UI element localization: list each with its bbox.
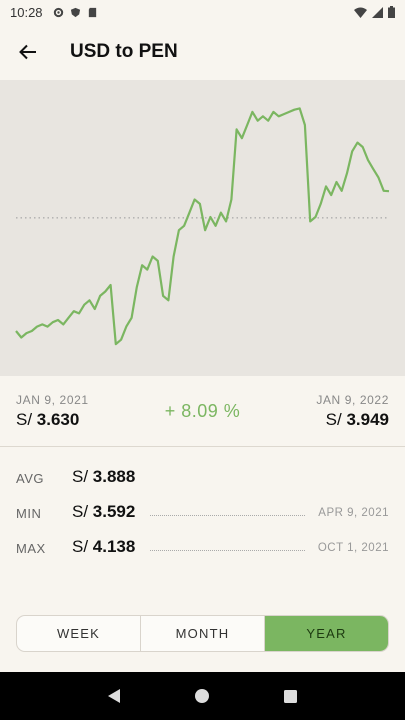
end-rate: S/ 3.949	[325, 410, 389, 429]
period-selector: WEEK MONTH YEAR	[16, 615, 389, 652]
max-date: OCT 1, 2021	[317, 542, 389, 554]
circle-home-icon	[195, 689, 210, 703]
nav-back-button[interactable]	[94, 676, 134, 716]
min-label: MIN	[16, 506, 42, 521]
period-year-button[interactable]: YEAR	[265, 616, 388, 651]
triangle-back-icon	[108, 689, 121, 703]
range-end: JAN 9, 2022 S/ 3.949	[316, 393, 389, 430]
rate-chart-svg	[15, 107, 390, 346]
shield-icon	[70, 7, 80, 17]
rate-chart	[0, 80, 405, 376]
wifi-icon	[354, 7, 367, 18]
square-recents-icon	[284, 689, 298, 703]
avg-value: S/ 3.888	[72, 467, 142, 487]
end-date: JAN 9, 2022	[316, 393, 389, 407]
max-leader-dots	[150, 550, 305, 551]
system-nav-bar	[0, 672, 405, 720]
settings-icon	[53, 7, 63, 17]
nav-recents-button[interactable]	[271, 676, 311, 716]
signal-icon	[372, 6, 383, 18]
status-bar: 10:28	[0, 0, 405, 24]
nav-home-button[interactable]	[182, 676, 222, 716]
avg-label: AVG	[16, 471, 44, 486]
divider	[0, 446, 405, 447]
page-title: USD to PEN	[70, 41, 178, 62]
back-button[interactable]	[0, 24, 56, 80]
min-value: S/ 3.592	[72, 502, 142, 522]
app-bar: USD to PEN	[0, 24, 405, 80]
min-leader-dots	[150, 515, 305, 516]
sd-card-icon	[88, 7, 96, 17]
battery-icon	[388, 6, 395, 18]
stat-avg: AVG S/ 3.888	[0, 467, 405, 491]
min-date: APR 9, 2021	[318, 507, 389, 519]
rate-series-line	[15, 107, 390, 346]
period-month-button[interactable]: MONTH	[141, 616, 265, 651]
stat-max: MAX S/ 4.138 OCT 1, 2021	[0, 537, 405, 561]
max-label: MAX	[16, 541, 46, 556]
period-week-button[interactable]: WEEK	[17, 616, 141, 651]
max-value: S/ 4.138	[72, 537, 142, 557]
range-summary: JAN 9, 2021 S/ 3.630 + 8.09 % JAN 9, 202…	[0, 376, 405, 446]
arrow-back-icon	[19, 44, 36, 60]
stat-min: MIN S/ 3.592 APR 9, 2021	[0, 502, 405, 526]
status-time: 10:28	[10, 4, 43, 20]
